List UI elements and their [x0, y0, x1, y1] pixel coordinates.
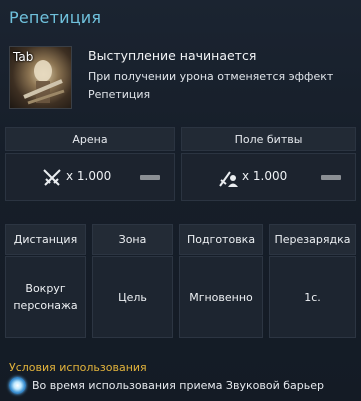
sword-person-icon [219, 171, 238, 187]
conditions-title: Условия использования [9, 361, 147, 374]
battlefield-multiplier: x 1.000 [242, 169, 288, 183]
arena-multiplier: x 1.000 [66, 169, 112, 183]
sound-barrier-icon [9, 377, 26, 394]
mode-value-arena: x 1.000 [5, 153, 175, 201]
skill-description: При получении урона отменяется эффект Ре… [88, 70, 334, 101]
attr-header-distance: Дистанция [5, 224, 86, 255]
attr-value-cast: Мгновенно [179, 256, 263, 338]
skill-title: Репетиция [9, 8, 102, 27]
attr-header-area: Зона [92, 224, 173, 255]
conditions-text: Во время использования приема Звуковой б… [32, 379, 324, 392]
attr-header-cast: Подготовка [179, 224, 263, 255]
mode-value-battlefield: x 1.000 [181, 153, 356, 201]
attr-value-distance: Вокруг персонажа [5, 256, 86, 338]
mode-header-battlefield: Поле битвы [181, 127, 356, 151]
crossed-swords-icon [43, 169, 61, 186]
mode-header-arena: Арена [5, 127, 175, 151]
attr-value-cooldown: 1с. [269, 256, 356, 338]
arena-minus-bar [140, 175, 160, 180]
skill-tooltip-panel: Репетиция Tab Выступление начинается При… [0, 0, 361, 401]
attr-header-cooldown: Перезарядка [269, 224, 356, 255]
keybind-label: Tab [13, 50, 34, 64]
skill-icon: Tab [9, 46, 72, 109]
skill-name: Выступление начинается [88, 48, 257, 63]
battlefield-minus-bar [321, 175, 341, 180]
attr-value-area: Цель [92, 256, 173, 338]
